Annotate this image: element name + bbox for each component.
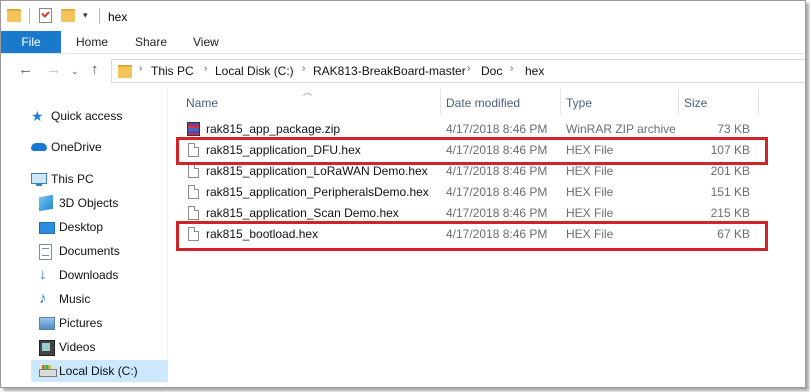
sidebar-item-label: Downloads <box>59 268 119 282</box>
ribbon-tabs: File Home Share View <box>1 31 805 54</box>
file-date: 4/17/2018 8:46 PM <box>446 122 548 136</box>
tab-share[interactable]: Share <box>135 31 167 53</box>
desktop-icon <box>39 222 55 234</box>
music-icon: ♪ <box>39 290 47 307</box>
cloud-icon <box>31 143 47 151</box>
tab-view[interactable]: View <box>193 31 219 53</box>
highlight-box-dfu <box>176 137 768 165</box>
breadcrumb-this-pc[interactable]: This PC <box>151 64 194 78</box>
file-icon <box>188 185 199 199</box>
column-header-date[interactable]: Date modified <box>446 93 520 113</box>
breadcrumb-doc[interactable]: Doc <box>481 64 502 78</box>
column-divider[interactable] <box>758 89 759 115</box>
toolbar-divider <box>29 8 30 24</box>
documents-icon <box>39 244 52 260</box>
column-divider[interactable] <box>440 89 441 115</box>
customize-toolbar-chevron-icon[interactable]: ▾ <box>83 10 88 21</box>
breadcrumb-chevron-icon[interactable]: › <box>302 63 305 74</box>
breadcrumb-rak813[interactable]: RAK813-BreakBoard-master <box>313 64 466 78</box>
tab-home[interactable]: Home <box>76 31 108 53</box>
sidebar-item-label: Music <box>59 292 91 306</box>
sidebar-item-label: Quick access <box>51 109 123 123</box>
navigation-bar: ← → ⌄ ↑ › This PC › Local Disk (C:) › RA… <box>1 54 805 86</box>
file-type: HEX File <box>566 206 614 220</box>
column-divider[interactable] <box>560 89 561 115</box>
sidebar-item-label: OneDrive <box>51 140 102 154</box>
computer-icon <box>31 173 47 186</box>
up-arrow-icon[interactable]: ↑ <box>91 61 99 78</box>
column-header-type[interactable]: Type <box>566 93 592 113</box>
column-header-name[interactable]: Name <box>186 93 218 113</box>
sidebar-item-label: This PC <box>51 172 94 186</box>
file-name: rak815_application_LoRaWAN Demo.hex <box>206 164 428 178</box>
sidebar-item-label: Pictures <box>59 316 103 330</box>
navigation-pane: ★ Quick access OneDrive This PC 3D Objec… <box>1 87 175 387</box>
tab-file[interactable]: File <box>1 31 61 53</box>
file-name: rak815_application_PeripheralsDemo.hex <box>206 185 429 199</box>
cube-icon <box>39 194 53 212</box>
sidebar-item-label: Documents <box>59 244 120 258</box>
sidebar-item-label: 3D Objects <box>59 196 119 210</box>
title-divider <box>99 8 100 24</box>
new-folder-icon[interactable] <box>61 9 75 22</box>
file-type: WinRAR ZIP archive <box>566 122 676 136</box>
download-icon: ↓ <box>39 266 47 283</box>
folder-icon <box>118 65 132 78</box>
file-date: 4/17/2018 8:46 PM <box>446 206 548 220</box>
address-bar[interactable]: › This PC › Local Disk (C:) › RAK813-Bre… <box>111 59 805 83</box>
column-header-size[interactable]: Size <box>684 93 707 113</box>
videos-icon <box>39 340 55 356</box>
file-size: 215 KB <box>710 206 750 220</box>
zip-archive-icon <box>187 122 200 136</box>
table-row[interactable]: rak815_application_PeripheralsDemo.hex 4… <box>168 182 805 203</box>
breadcrumb-chevron-icon[interactable]: › <box>510 63 513 74</box>
breadcrumb-chevron-icon[interactable]: › <box>139 63 142 74</box>
breadcrumb-chevron-icon[interactable]: › <box>467 63 470 74</box>
back-arrow-icon[interactable]: ← <box>18 61 33 78</box>
file-name: rak815_app_package.zip <box>206 122 341 136</box>
highlight-box-bootload <box>176 221 768 251</box>
file-date: 4/17/2018 8:46 PM <box>446 164 548 178</box>
file-icon <box>188 164 199 178</box>
breadcrumb-local-disk[interactable]: Local Disk (C:) <box>215 64 294 78</box>
pictures-icon <box>39 317 55 330</box>
folder-icon <box>7 9 21 22</box>
sidebar-item-local-disk[interactable]: Local Disk (C:) <box>31 360 175 382</box>
properties-icon[interactable] <box>39 8 52 23</box>
forward-arrow-icon[interactable]: → <box>46 61 61 78</box>
star-icon: ★ <box>31 108 44 124</box>
file-list: ︿ Name Date modified Type Size rak815_ap… <box>168 87 805 387</box>
file-size: 73 KB <box>717 122 750 136</box>
window-title: hex <box>108 10 128 24</box>
column-divider[interactable] <box>678 89 679 115</box>
sidebar-item-label: Desktop <box>59 220 104 234</box>
drive-icon <box>39 365 57 377</box>
file-date: 4/17/2018 8:46 PM <box>446 185 548 199</box>
sidebar-item-label: Videos <box>59 340 96 354</box>
sidebar-item-label: Local Disk (C:) <box>59 364 138 378</box>
file-explorer-window: ▾ hex File Home Share View ← → ⌄ ↑ › Thi… <box>0 0 806 388</box>
file-size: 151 KB <box>710 185 750 199</box>
file-icon <box>188 206 199 220</box>
sort-ascending-icon: ︿ <box>303 87 313 97</box>
breadcrumb-chevron-icon[interactable]: › <box>204 63 207 74</box>
file-size: 201 KB <box>710 164 750 178</box>
breadcrumb-hex[interactable]: hex <box>525 64 544 78</box>
file-type: HEX File <box>566 164 614 178</box>
title-bar: ▾ hex <box>1 1 805 31</box>
recent-locations-chevron-icon[interactable]: ⌄ <box>71 66 79 77</box>
file-name: rak815_application_Scan Demo.hex <box>206 206 399 220</box>
file-type: HEX File <box>566 185 614 199</box>
